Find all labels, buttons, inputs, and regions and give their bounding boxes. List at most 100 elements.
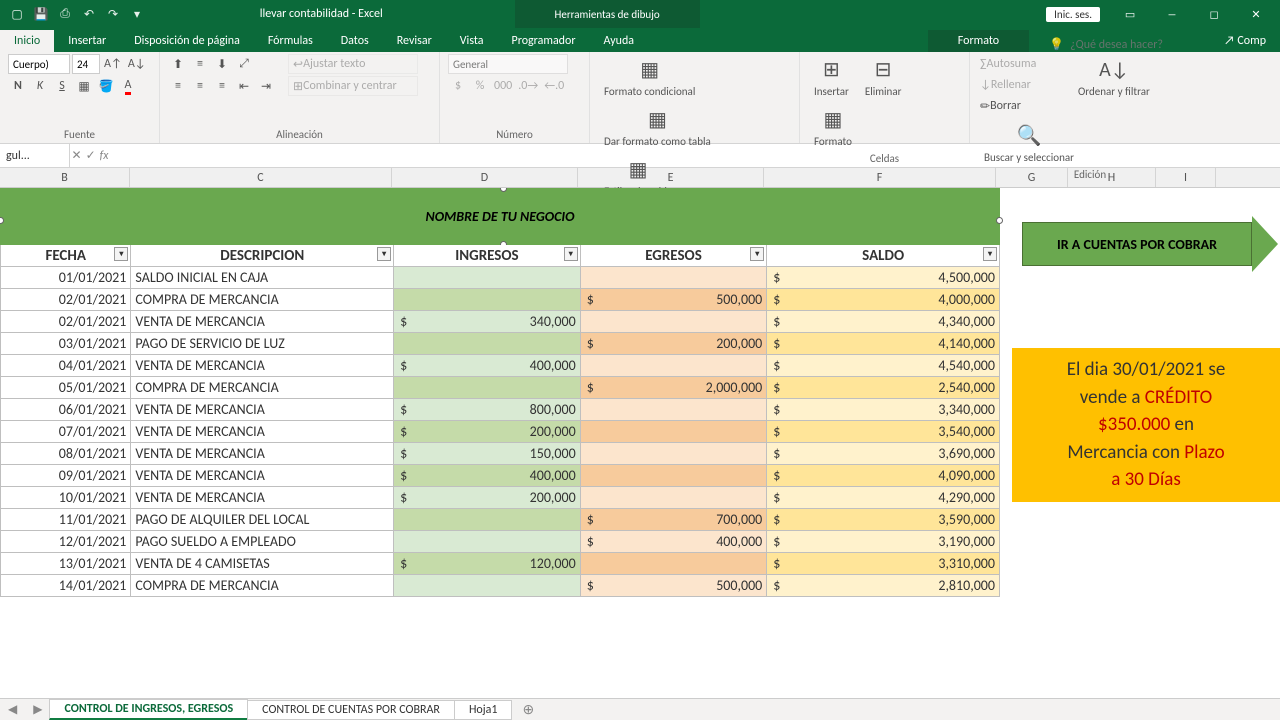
sheet-tab-ingresos[interactable]: CONTROL DE INGRESOS, EGRESOS: [49, 699, 248, 720]
col-header-i[interactable]: I: [1156, 168, 1216, 187]
orientation-icon[interactable]: ⤢: [234, 54, 254, 74]
share-button[interactable]: ↗ Comp: [1210, 30, 1280, 52]
tab-revisar[interactable]: Revisar: [383, 30, 446, 52]
undo-icon[interactable]: ↶: [78, 3, 100, 25]
sheet-tab-cuentas[interactable]: CONTROL DE CUENTAS POR COBRAR: [247, 700, 455, 720]
col-header-h[interactable]: H: [1068, 168, 1156, 187]
tab-vista[interactable]: Vista: [446, 30, 498, 52]
col-header-e[interactable]: E: [578, 168, 764, 187]
header-saldo[interactable]: SALDO▾: [767, 245, 1000, 267]
table-row[interactable]: 02/01/2021VENTA DE MERCANCIA$340,000$4,3…: [1, 311, 1000, 333]
tab-ayuda[interactable]: Ayuda: [590, 30, 649, 52]
grow-font-icon[interactable]: A↑: [102, 54, 124, 74]
minimize-icon[interactable]: ―: [1152, 3, 1192, 25]
customize-qat-icon[interactable]: ▾: [126, 3, 148, 25]
fx-icon[interactable]: fx: [100, 149, 109, 163]
redo-icon[interactable]: ↷: [102, 3, 124, 25]
cancel-icon[interactable]: ✕: [72, 148, 82, 163]
tab-formulas[interactable]: Fórmulas: [254, 30, 327, 52]
border-icon[interactable]: ▦: [74, 76, 94, 96]
col-header-f[interactable]: F: [764, 168, 996, 187]
col-header-d[interactable]: D: [392, 168, 578, 187]
save-icon[interactable]: 💾: [30, 3, 52, 25]
fx-buttons[interactable]: ✕ ✓ fx: [70, 148, 110, 163]
tab-formato[interactable]: Formato: [928, 30, 1029, 52]
table-row[interactable]: 08/01/2021VENTA DE MERCANCIA$150,000$3,6…: [1, 443, 1000, 465]
tell-me-box[interactable]: 💡: [1049, 37, 1210, 52]
sheet-nav-prev-icon[interactable]: ◀: [0, 702, 25, 717]
inc-decimal-icon[interactable]: .0→: [516, 76, 540, 96]
table-row[interactable]: 14/01/2021COMPRA DE MERCANCIA$500,000$2,…: [1, 575, 1000, 597]
table-row[interactable]: 01/01/2021SALDO INICIAL EN CAJA$4,500,00…: [1, 267, 1000, 289]
header-egresos[interactable]: EGRESOS▾: [580, 245, 767, 267]
tab-disposicion[interactable]: Disposición de página: [120, 30, 254, 52]
table-row[interactable]: 05/01/2021COMPRA DE MERCANCIA$2,000,000$…: [1, 377, 1000, 399]
clear-button[interactable]: ✏ Borrar: [978, 96, 1068, 116]
align-middle-icon[interactable]: ≡: [190, 54, 210, 74]
ribbon-options-icon[interactable]: ▭: [1110, 3, 1150, 25]
font-color-icon[interactable]: A: [118, 76, 138, 96]
table-row[interactable]: 07/01/2021VENTA DE MERCANCIA$200,000$3,5…: [1, 421, 1000, 443]
business-title-shape[interactable]: NOMBRE DE TU NEGOCIO: [1, 189, 1000, 245]
underline-icon[interactable]: S: [52, 76, 72, 96]
new-icon[interactable]: ▢: [6, 3, 28, 25]
insert-cells-button[interactable]: ⊞Insertar: [808, 54, 855, 100]
filter-icon[interactable]: ▾: [564, 247, 578, 261]
print-icon[interactable]: ⎙: [54, 3, 76, 25]
sign-in-button[interactable]: Inic. ses.: [1046, 7, 1100, 22]
table-row[interactable]: 02/01/2021COMPRA DE MERCANCIA$500,000$4,…: [1, 289, 1000, 311]
col-header-c[interactable]: C: [130, 168, 392, 187]
tab-programador[interactable]: Programador: [498, 30, 590, 52]
delete-cells-button[interactable]: ⊟Eliminar: [859, 54, 908, 100]
table-row[interactable]: 03/01/2021PAGO DE SERVICIO DE LUZ$200,00…: [1, 333, 1000, 355]
name-box[interactable]: gul...: [0, 144, 70, 167]
align-top-icon[interactable]: ⬆: [168, 54, 188, 74]
filter-icon[interactable]: ▾: [983, 247, 997, 261]
fill-button[interactable]: ↓ Rellenar: [978, 75, 1068, 95]
autosum-button[interactable]: ∑ Autosuma: [978, 54, 1068, 74]
table-row[interactable]: 13/01/2021VENTA DE 4 CAMISETAS$120,000$3…: [1, 553, 1000, 575]
shrink-font-icon[interactable]: A↓: [126, 54, 148, 74]
tab-datos[interactable]: Datos: [327, 30, 383, 52]
sort-filter-button[interactable]: A↓Ordenar y filtrar: [1072, 54, 1156, 100]
table-row[interactable]: 04/01/2021VENTA DE MERCANCIA$400,000$4,5…: [1, 355, 1000, 377]
header-fecha[interactable]: FECHA▾: [1, 245, 131, 267]
number-format-box[interactable]: [448, 54, 568, 74]
align-left-icon[interactable]: ≡: [168, 76, 188, 96]
merge-center-button[interactable]: ⊞ Combinar y centrar: [288, 76, 418, 96]
filter-icon[interactable]: ▾: [750, 247, 764, 261]
col-header-g[interactable]: G: [996, 168, 1068, 187]
comma-icon[interactable]: 000: [492, 76, 514, 96]
table-row[interactable]: 11/01/2021PAGO DE ALQUILER DEL LOCAL$700…: [1, 509, 1000, 531]
table-row[interactable]: 06/01/2021VENTA DE MERCANCIA$800,000$3,3…: [1, 399, 1000, 421]
find-select-button[interactable]: 🔍Buscar y seleccionar: [978, 120, 1080, 166]
tell-me-input[interactable]: [1070, 38, 1210, 52]
italic-icon[interactable]: K: [30, 76, 50, 96]
maximize-icon[interactable]: ◻: [1194, 3, 1234, 25]
sheet-nav-next-icon[interactable]: ▶: [25, 702, 50, 717]
table-row[interactable]: 09/01/2021VENTA DE MERCANCIA$400,000$4,0…: [1, 465, 1000, 487]
font-size-box[interactable]: [72, 54, 100, 74]
format-cells-button[interactable]: ▦Formato: [808, 104, 858, 150]
dec-decimal-icon[interactable]: ←.0: [542, 76, 566, 96]
align-center-icon[interactable]: ≡: [190, 76, 210, 96]
header-descripcion[interactable]: DESCRIPCION▾: [131, 245, 394, 267]
percent-icon[interactable]: %: [470, 76, 490, 96]
indent-dec-icon[interactable]: ⇤: [234, 76, 254, 96]
font-name-box[interactable]: [8, 54, 70, 74]
wrap-text-button[interactable]: ↩ Ajustar texto: [288, 54, 418, 74]
filter-icon[interactable]: ▾: [114, 247, 128, 261]
filter-icon[interactable]: ▾: [377, 247, 391, 261]
indent-inc-icon[interactable]: ⇥: [256, 76, 276, 96]
go-to-receivables-arrow[interactable]: IR A CUENTAS POR COBRAR: [1022, 222, 1278, 266]
close-icon[interactable]: ✕: [1236, 3, 1276, 25]
tab-insertar[interactable]: Insertar: [54, 30, 120, 52]
enter-icon[interactable]: ✓: [86, 148, 96, 163]
align-bottom-icon[interactable]: ⬇: [212, 54, 232, 74]
sheet-tab-hoja1[interactable]: Hoja1: [454, 700, 513, 720]
add-sheet-icon[interactable]: ⊕: [512, 701, 544, 718]
col-header-b[interactable]: B: [0, 168, 130, 187]
header-ingresos[interactable]: INGRESOS▾: [394, 245, 581, 267]
table-row[interactable]: 10/01/2021VENTA DE MERCANCIA$200,000$4,2…: [1, 487, 1000, 509]
table-row[interactable]: 12/01/2021PAGO SUELDO A EMPLEADO$400,000…: [1, 531, 1000, 553]
